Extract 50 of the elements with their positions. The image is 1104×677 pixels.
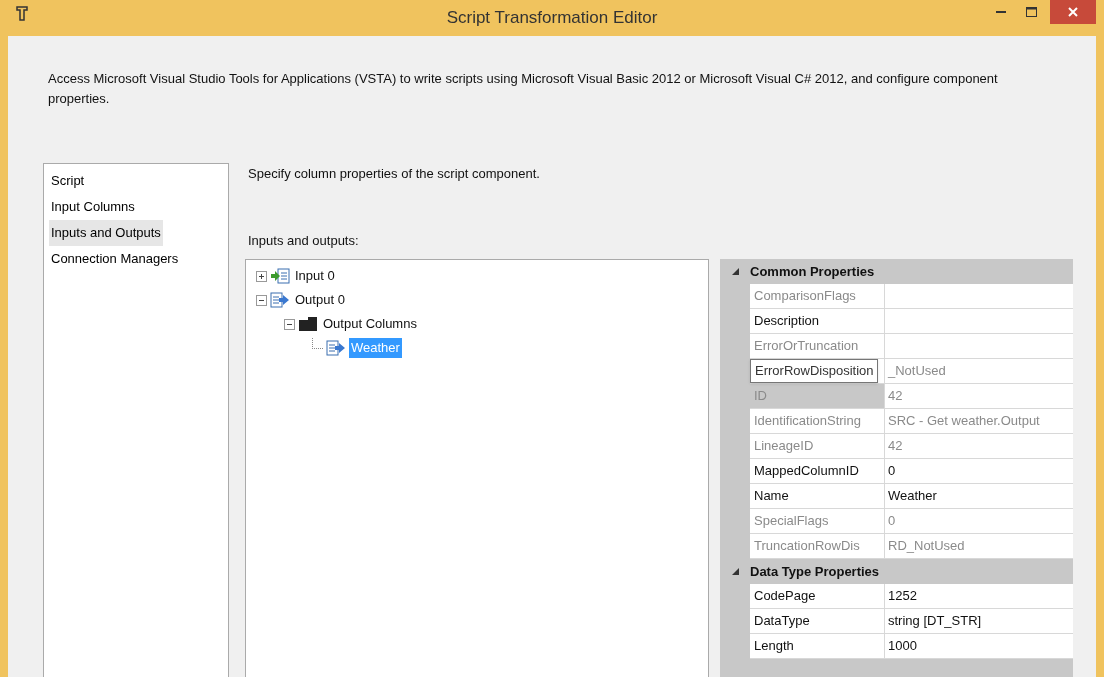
property-name[interactable]: Description [750,309,885,334]
property-name[interactable]: IdentificationString [750,409,885,434]
description-text: Access Microsoft Visual Studio Tools for Applications (VSTA) to write scripts using Microsoft Visual Basic 2012 or Microsoft Visual C# 2012, and configure component properties. [48,70,999,108]
output-icon [270,292,290,308]
property-name[interactable]: LineageID [750,434,885,459]
tree-node[interactable]: Input 0 [293,266,337,286]
category-header: Data Type Properties [750,562,880,581]
property-name[interactable]: ComparisonFlags [750,284,885,309]
property-value[interactable]: 1252 [885,584,1073,609]
property-name[interactable]: Name [750,484,885,509]
collapse-icon[interactable] [731,268,739,275]
close-icon [1068,7,1078,17]
property-name[interactable]: CodePage [750,584,885,609]
minimize-icon [996,11,1006,13]
maximize-icon [1025,7,1037,17]
property-value[interactable]: 1000 [885,634,1073,659]
app-icon [16,6,28,22]
sidebar-item[interactable]: Inputs and Outputs [49,220,163,246]
collapse-icon[interactable] [731,568,739,575]
plus-icon [258,272,265,280]
column-icon [326,340,346,356]
category-header: Common Properties [750,262,875,281]
property-name[interactable]: MappedColumnID [750,459,885,484]
input-icon [270,268,290,284]
collapse-button[interactable] [256,294,267,306]
property-value[interactable]: Weather [885,484,1073,509]
tree-label: Inputs and outputs: [248,232,359,250]
folder-icon [298,316,318,332]
window-title: Script Transformation Editor [446,7,658,30]
property-name[interactable]: TruncationRowDis [750,534,885,559]
property-value[interactable]: RD_NotUsed [885,534,1073,559]
property-name[interactable]: SpecialFlags [750,509,885,534]
sidebar-item[interactable]: Script [49,168,87,194]
collapse-button[interactable] [284,318,295,330]
property-value[interactable]: 0 [885,509,1073,534]
page-heading: Specify column properties of the script component. [248,165,540,183]
sidebar-item[interactable]: Connection Managers [49,246,181,272]
sidebar-item[interactable]: Input Columns [49,194,137,220]
property-value[interactable]: SRC - Get weather.Output [885,409,1073,434]
property-name[interactable]: ErrorOrTruncation [750,334,885,359]
expand-button[interactable] [256,270,267,282]
property-value[interactable]: 0 [885,459,1073,484]
close-button[interactable] [1050,0,1096,24]
property-name[interactable]: DataType [750,609,885,634]
tree-node[interactable]: Output Columns [321,314,419,334]
property-value[interactable]: string [DT_STR] [885,609,1073,634]
property-value[interactable]: _NotUsed [885,359,1073,384]
tree-node[interactable]: Output 0 [293,290,347,310]
property-name[interactable]: Length [750,634,885,659]
tooltip: ErrorRowDisposition [750,359,879,383]
